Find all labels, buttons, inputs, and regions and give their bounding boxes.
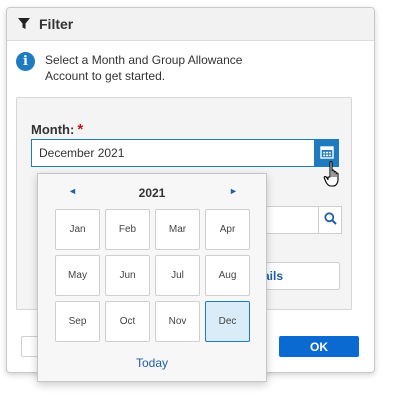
next-year-icon[interactable]: ► (229, 186, 238, 196)
month-cell-may[interactable]: May (55, 255, 100, 296)
month-cell-apr[interactable]: Apr (205, 209, 250, 250)
dialog-title: Filter (39, 16, 74, 32)
month-cell-aug[interactable]: Aug (205, 255, 250, 296)
picker-header: 2021 ◄ ► (38, 186, 266, 202)
search-icon (323, 212, 337, 228)
month-input[interactable]: December 2021 (31, 139, 314, 167)
month-cell-nov[interactable]: Nov (155, 301, 200, 342)
prev-year-icon[interactable]: ◄ (68, 186, 77, 196)
today-link[interactable]: Today (38, 356, 266, 370)
month-cell-jan[interactable]: Jan (55, 209, 100, 250)
month-cell-jul[interactable]: Jul (155, 255, 200, 296)
required-marker: * (77, 121, 84, 138)
search-button[interactable] (318, 206, 342, 234)
funnel-icon (17, 17, 31, 31)
dialog-header: Filter (7, 8, 374, 41)
info-text: Select a Month and Group Allowance Accou… (45, 53, 243, 83)
month-cell-dec[interactable]: Dec (205, 301, 250, 342)
info-message: i Select a Month and Group Allowance Acc… (16, 52, 356, 84)
month-cell-oct[interactable]: Oct (105, 301, 150, 342)
info-icon: i (16, 52, 35, 71)
hand-pointer-icon (323, 160, 345, 188)
month-label-text: Month: (31, 122, 75, 137)
month-cell-feb[interactable]: Feb (105, 209, 150, 250)
month-picker: 2021 ◄ ► Jan Feb Mar Apr May Jun Jul Aug… (37, 173, 267, 382)
month-label: Month: * (31, 121, 83, 138)
month-grid: Jan Feb Mar Apr May Jun Jul Aug Sep Oct … (55, 209, 251, 342)
month-cell-sep[interactable]: Sep (55, 301, 100, 342)
month-cell-mar[interactable]: Mar (155, 209, 200, 250)
month-cell-jun[interactable]: Jun (105, 255, 150, 296)
ok-button[interactable]: OK (279, 336, 359, 357)
calendar-icon (319, 145, 334, 162)
